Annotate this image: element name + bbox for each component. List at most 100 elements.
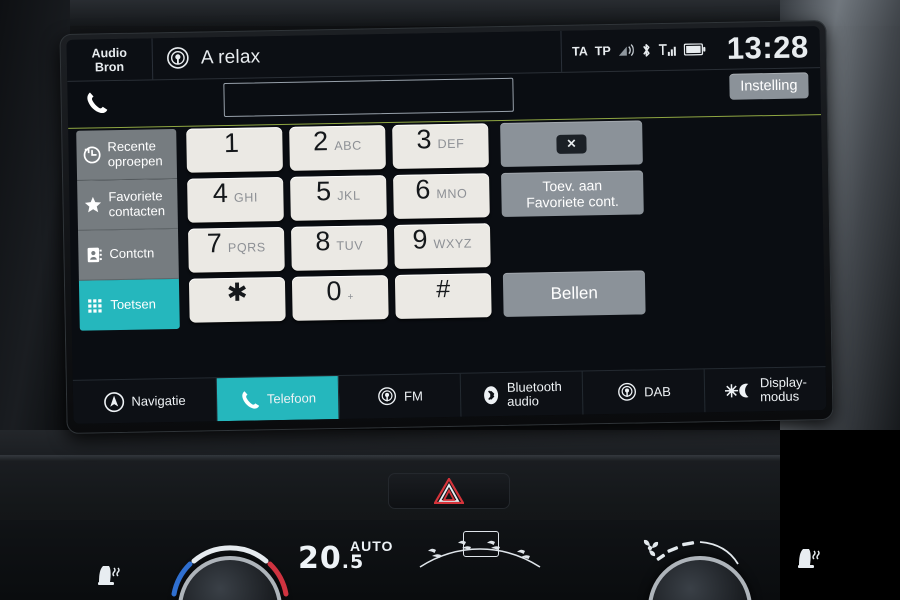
phone-keypad-screen: Recente oproepen Favoriete contacten Con… bbox=[68, 115, 825, 380]
keypad-row: 7 PQRS 8 TUV 9 WXYZ bbox=[187, 223, 491, 273]
heated-seat-left-button[interactable] bbox=[90, 560, 124, 590]
hazard-triangle-icon bbox=[434, 478, 464, 504]
key-letters: GHI bbox=[233, 190, 259, 205]
fan-speed-indicator bbox=[643, 539, 739, 565]
temperature-integer: 20 bbox=[298, 541, 342, 576]
key-letters: ABC bbox=[334, 138, 362, 154]
nav-item-dab[interactable]: DAB bbox=[582, 369, 706, 415]
add-to-favorites-label: Toev. aan Favoriete cont. bbox=[526, 177, 619, 211]
hazard-light-button[interactable] bbox=[388, 473, 510, 509]
sidebar-label-keypad: Toetsen bbox=[110, 296, 157, 312]
recent-calls-clock-icon bbox=[82, 145, 101, 164]
heated-seat-right-button[interactable] bbox=[790, 543, 824, 573]
key-1[interactable]: 1 bbox=[186, 126, 283, 173]
temperature-decimal: .5 bbox=[341, 551, 365, 573]
key-letters: JKL bbox=[337, 188, 361, 203]
sidebar-item-recent-calls[interactable]: Recente oproepen bbox=[76, 128, 178, 181]
nav-label-fm: FM bbox=[403, 387, 423, 404]
battery-icon bbox=[683, 42, 706, 56]
key-asterisk[interactable]: ✱ bbox=[188, 276, 286, 323]
audio-source-label-line1: Audio bbox=[91, 45, 128, 60]
fan-icon bbox=[643, 539, 659, 557]
phone-number-input[interactable] bbox=[223, 77, 514, 118]
nav-item-display-mode[interactable]: Display-modus bbox=[705, 367, 827, 412]
settings-button[interactable]: Instelling bbox=[729, 72, 809, 100]
brightness-day-night-icon bbox=[724, 380, 754, 401]
dab-radio-icon bbox=[165, 45, 191, 71]
key-3[interactable]: 3 DEF bbox=[392, 123, 489, 169]
nav-label-display-mode: Display-modus bbox=[759, 373, 807, 404]
call-button[interactable]: Bellen bbox=[502, 270, 646, 317]
infotainment-screen: Audio Bron A relax TA TP 13:28 Instellin… bbox=[66, 26, 827, 424]
car-infotainment-screenshot: HOME BACK VOL AUDIO bbox=[0, 0, 900, 600]
airflow-selected-indicator bbox=[463, 531, 499, 557]
dial-keypad: 1 2 ABC 3 DEF 4 GHI 5 JKL 6 MNO 7 PQRS 8… bbox=[186, 123, 492, 329]
cellular-signal-icon bbox=[658, 42, 677, 56]
keypad-row: 4 GHI 5 JKL 6 MNO bbox=[187, 173, 490, 223]
nav-item-navigation[interactable]: Navigatie bbox=[72, 378, 218, 424]
temperature-dial-arc bbox=[171, 545, 289, 597]
add-to-favorites-button[interactable]: Toev. aan Favoriete cont. bbox=[501, 170, 644, 217]
traffic-wave-icon bbox=[618, 44, 634, 57]
sidebar-label-contacts: Contctn bbox=[109, 245, 155, 262]
backspace-icon: ✕ bbox=[556, 133, 587, 154]
key-letters: PQRS bbox=[227, 240, 266, 256]
key-digit: 4 bbox=[212, 178, 229, 209]
audio-source-button[interactable]: Audio Bron bbox=[66, 38, 154, 81]
airflow-face-icon bbox=[428, 548, 441, 558]
key-digit: # bbox=[435, 274, 451, 304]
sidebar-label-favorite-contacts: Favoriete contacten bbox=[108, 188, 166, 219]
phone-sidebar: Recente oproepen Favoriete contacten Con… bbox=[76, 128, 180, 331]
backspace-button[interactable]: ✕ bbox=[500, 120, 643, 167]
key-digit: 8 bbox=[315, 226, 331, 257]
heated-seat-icon bbox=[798, 549, 820, 568]
navigation-compass-icon bbox=[103, 390, 125, 412]
nav-label-navigation: Navigatie bbox=[131, 392, 186, 409]
key-digit: 9 bbox=[412, 224, 428, 255]
nav-label-dab: DAB bbox=[643, 383, 671, 399]
radio-tower-icon bbox=[376, 385, 398, 407]
key-7[interactable]: 7 PQRS bbox=[187, 226, 285, 273]
sidebar-label-recent-calls: Recente oproepen bbox=[107, 138, 163, 169]
nav-label-bluetooth-audio: Bluetooth audio bbox=[506, 378, 562, 409]
key-digit: 1 bbox=[223, 127, 240, 159]
key-6[interactable]: 6 MNO bbox=[393, 173, 490, 219]
nav-item-bluetooth-audio[interactable]: Bluetooth audio bbox=[460, 371, 584, 417]
nav-item-telephone[interactable]: Telefoon bbox=[216, 376, 340, 422]
key-0[interactable]: 0 + bbox=[291, 275, 389, 321]
key-digit: 5 bbox=[315, 176, 332, 207]
infotainment-display-frame: Audio Bron A relax TA TP 13:28 Instellin… bbox=[59, 20, 834, 434]
keypad-row: 1 2 ABC 3 DEF bbox=[186, 123, 489, 173]
key-digit: ✱ bbox=[226, 278, 248, 308]
radio-tower-icon bbox=[616, 381, 638, 403]
clock: 13:28 bbox=[726, 28, 809, 66]
star-icon bbox=[83, 195, 102, 214]
heated-seat-icon bbox=[98, 566, 120, 585]
phone-handset-icon bbox=[239, 388, 261, 410]
key-letters: MNO bbox=[436, 186, 468, 202]
keypad-row: ✱ 0 + # bbox=[188, 273, 492, 323]
phone-handset-icon bbox=[83, 89, 109, 115]
key-letters: + bbox=[347, 291, 355, 303]
dashboard-right-shadow bbox=[780, 430, 900, 600]
key-hash[interactable]: # bbox=[394, 273, 492, 319]
key-4[interactable]: 4 GHI bbox=[187, 176, 284, 223]
key-letters: DEF bbox=[437, 136, 465, 152]
key-digit: 3 bbox=[416, 124, 432, 155]
key-letters: TUV bbox=[336, 238, 364, 254]
sidebar-item-keypad[interactable]: Toetsen bbox=[78, 278, 180, 331]
nav-item-fm[interactable]: FM bbox=[338, 373, 462, 419]
bluetooth-icon bbox=[641, 42, 652, 58]
key-9[interactable]: 9 WXYZ bbox=[393, 223, 491, 269]
ta-indicator: TA bbox=[571, 43, 588, 59]
key-2[interactable]: 2 ABC bbox=[289, 125, 386, 171]
key-digit: 7 bbox=[206, 228, 223, 259]
contacts-book-icon bbox=[84, 245, 103, 264]
key-digit: 0 bbox=[326, 275, 342, 307]
key-5[interactable]: 5 JKL bbox=[290, 175, 387, 221]
key-8[interactable]: 8 TUV bbox=[290, 225, 388, 271]
sidebar-item-favorite-contacts[interactable]: Favoriete contacten bbox=[77, 178, 178, 231]
now-playing-area: A relax bbox=[152, 31, 561, 79]
sidebar-item-contacts[interactable]: Contctn bbox=[78, 228, 179, 281]
status-icons: TA TP bbox=[560, 28, 717, 72]
